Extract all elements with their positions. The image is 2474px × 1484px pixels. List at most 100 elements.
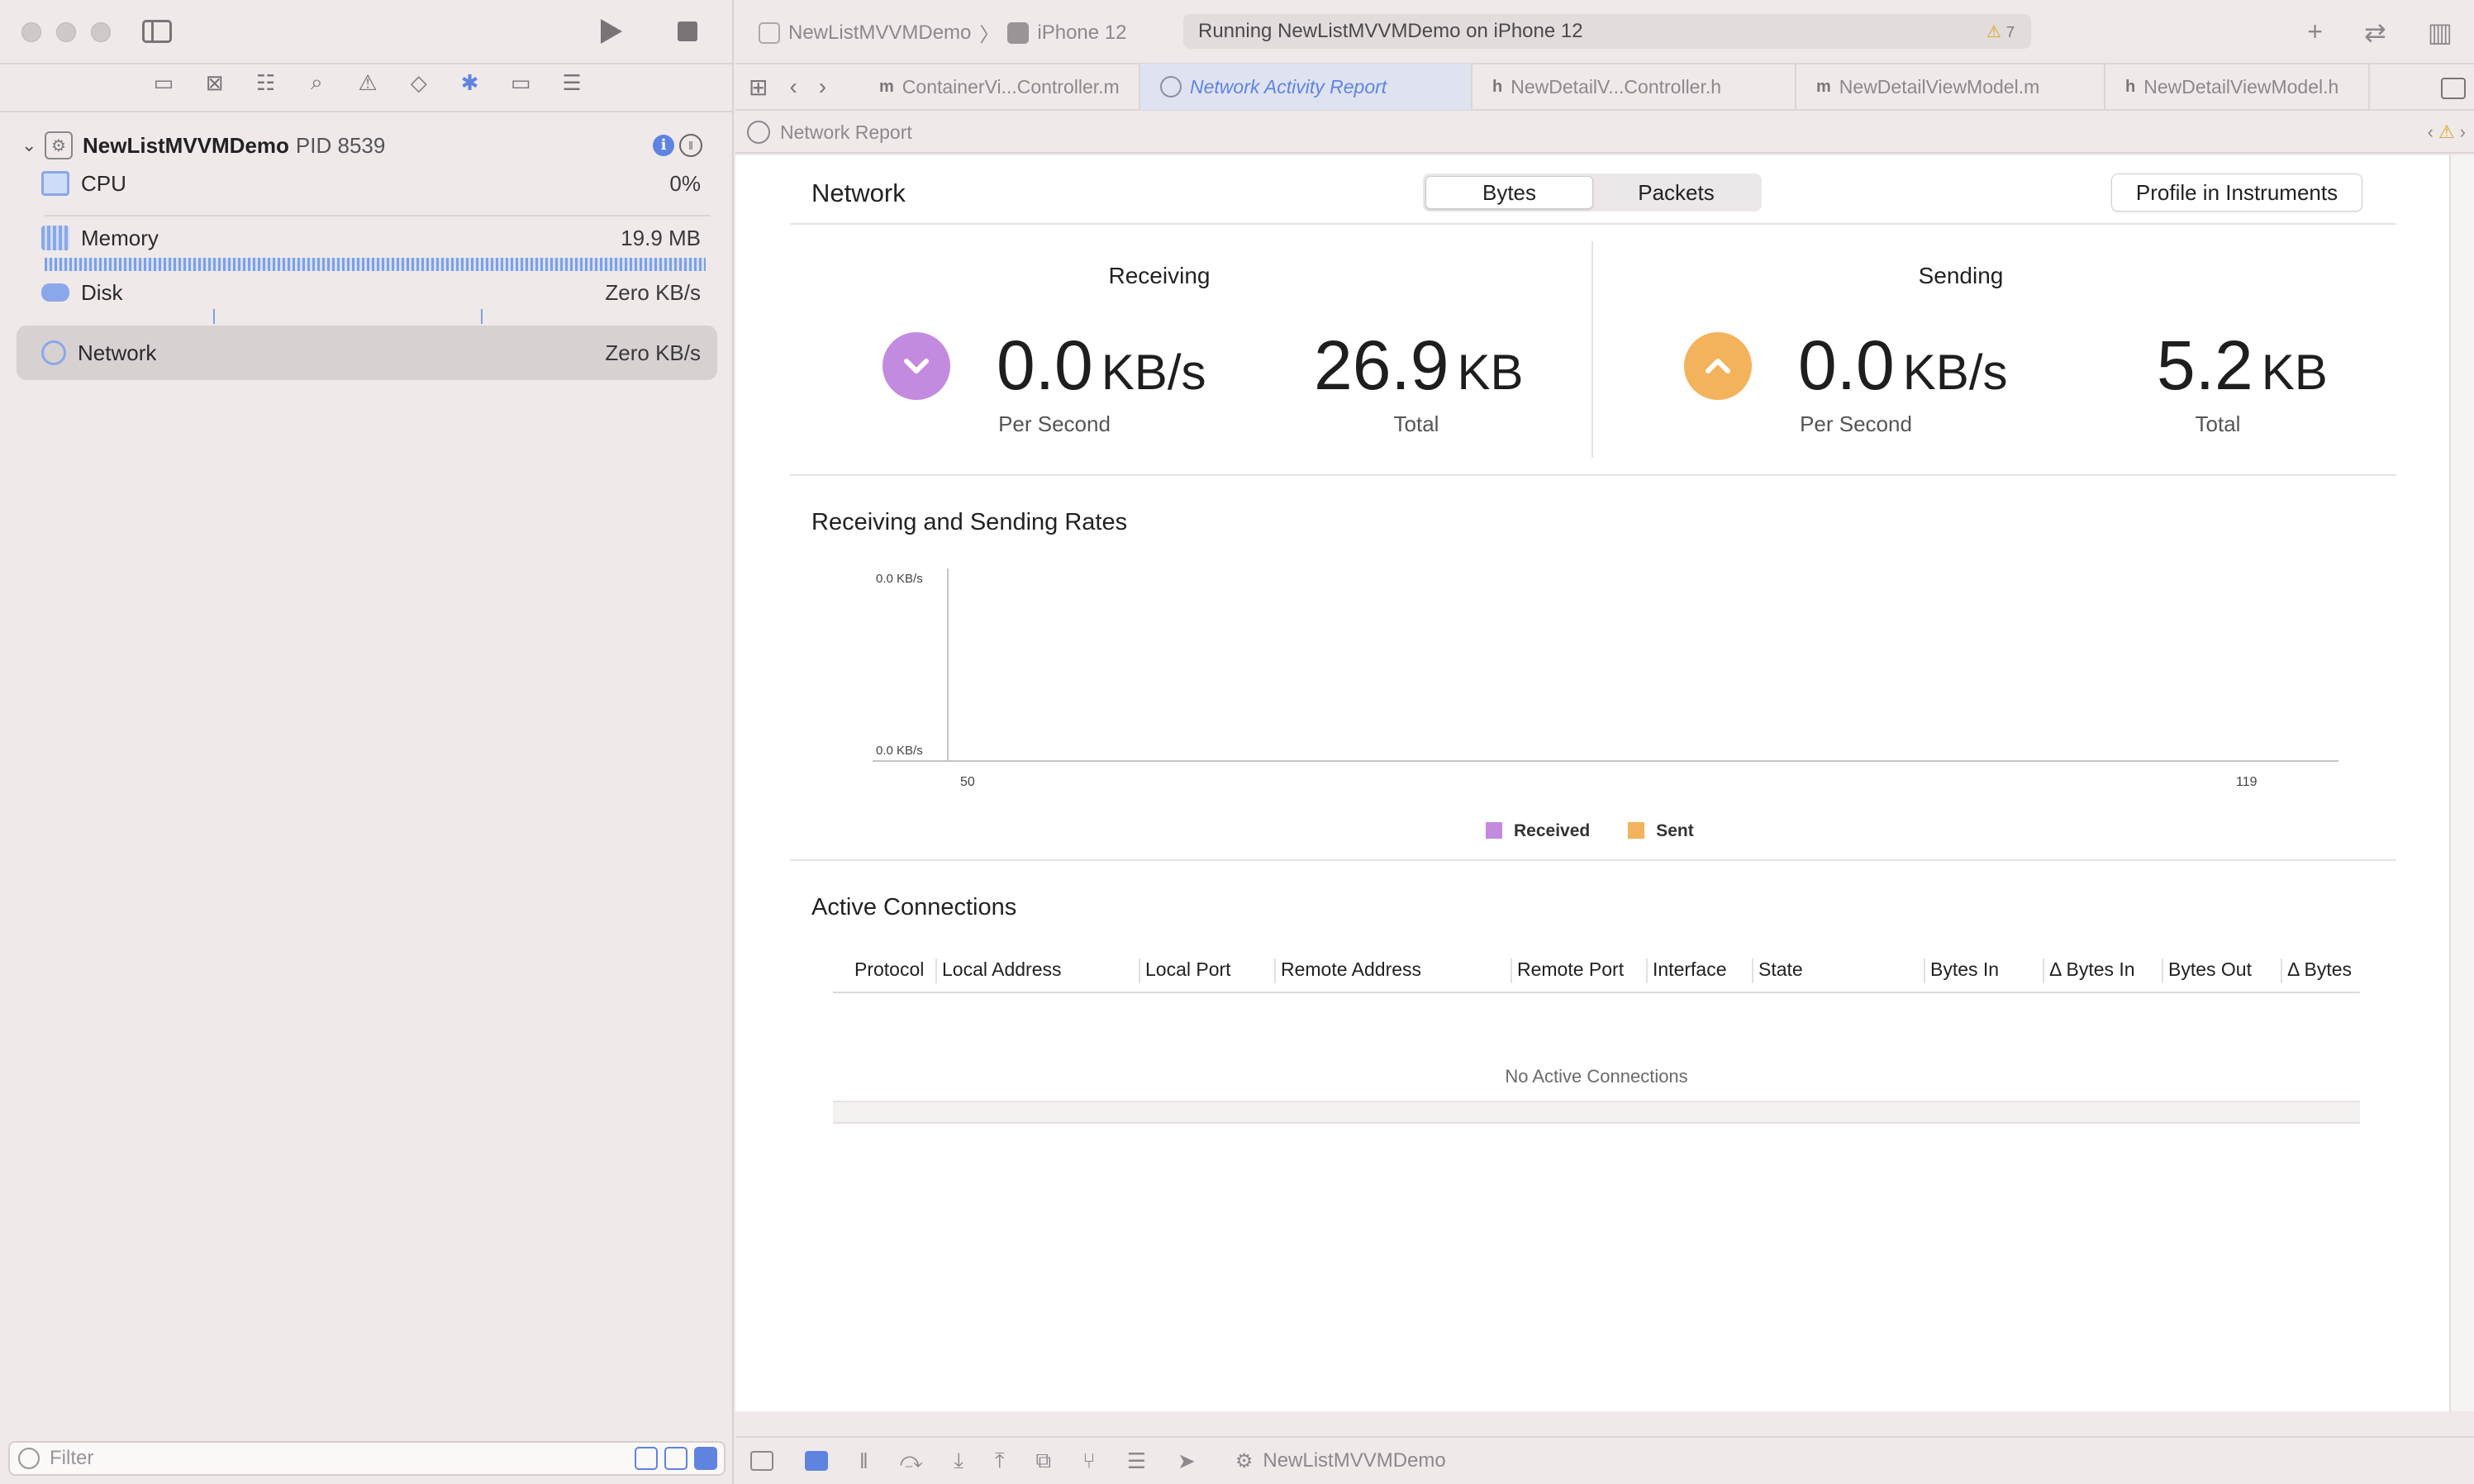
console-toggle-icon[interactable] [750, 1451, 773, 1471]
process-row[interactable]: ⌄ ⚙ NewListMVVMDemo PID 8539 i ‖ [21, 131, 716, 160]
jump-bar[interactable]: Network Report ‹ ⚠ › [735, 112, 2474, 154]
run-button[interactable] [595, 17, 628, 46]
tab-new-detail-view-model-h[interactable]: h NewDetailViewModel.h [2105, 64, 2370, 110]
jump-bar-controls[interactable]: ‹ ⚠ › [2428, 121, 2466, 143]
profile-in-instruments-button[interactable]: Profile in Instruments [2111, 174, 2362, 212]
network-report: Network Bytes Packets Profile in Instrum… [735, 155, 2449, 1411]
rates-chart: 0.0 KB/s 0.0 KB/s 50 119 [843, 568, 2355, 789]
gauge-memory[interactable]: Memory 19.9 MB [17, 215, 717, 261]
tab-network-activity-report[interactable]: Network Activity Report [1140, 64, 1473, 110]
legend-received: Received [1486, 821, 1590, 841]
tab-new-detail-view-model-m[interactable]: m NewDetailViewModel.m [1796, 64, 2105, 110]
pause-icon[interactable]: ‖ [679, 134, 702, 157]
column-header[interactable]: Bytes Out [2162, 958, 2277, 983]
swap-icon[interactable]: ⇄ [2364, 17, 2386, 48]
disclosure-chevron-icon[interactable]: ⌄ [21, 135, 45, 156]
view-hierarchy-icon[interactable]: ⧉ [1036, 1448, 1052, 1474]
file-type-icon: m [879, 77, 894, 96]
breakpoints-toggle-icon[interactable] [805, 1451, 828, 1471]
filter-option-button[interactable] [664, 1447, 687, 1470]
step-over-icon[interactable]: ⤼ [900, 1448, 923, 1474]
debug-icon[interactable]: ✱ [455, 70, 485, 96]
play-icon [601, 19, 622, 44]
filter-field[interactable]: Filter [8, 1441, 726, 1476]
column-header[interactable]: Local Port [1139, 958, 1271, 983]
scheme-selector[interactable]: NewListMVVMDemo 〉 iPhone 12 [759, 18, 1126, 47]
segment-bytes[interactable]: Bytes [1425, 176, 1593, 209]
table-footer [833, 1101, 2360, 1124]
column-header[interactable]: Δ Bytes [2281, 958, 2360, 983]
gauge-label: Network [78, 340, 157, 365]
warning-badge[interactable]: ⚠ 7 [1986, 21, 2015, 42]
table-header: Protocol Local Address Local Port Remote… [833, 949, 2360, 993]
info-icon[interactable]: i [653, 135, 674, 156]
y-tick-label: 0.0 KB/s [876, 744, 923, 758]
debug-process-selector[interactable]: ⚙ NewListMVVMDemo [1235, 1449, 1446, 1473]
close-window-button[interactable] [21, 22, 41, 42]
scheme-name: NewListMVVMDemo [788, 21, 972, 44]
receiving-total: 26.9 KB [1314, 326, 1524, 406]
sending-total-label: Total [2195, 411, 2241, 436]
location-icon[interactable]: ➤ [1178, 1448, 1196, 1474]
column-header[interactable]: Remote Address [1274, 958, 1507, 983]
minimize-window-button[interactable] [56, 22, 76, 42]
split-editor-icon[interactable] [2441, 78, 2466, 99]
device-icon [1007, 21, 1030, 44]
app-icon: ⚙ [1235, 1449, 1254, 1472]
segment-packets[interactable]: Packets [1593, 176, 1759, 209]
tab-label: NewDetailViewModel.m [1839, 75, 2040, 98]
gauge-label: Disk [81, 279, 123, 305]
inspector-toggle-icon[interactable]: ▥ [2428, 17, 2453, 48]
filter-option-button[interactable] [635, 1447, 658, 1470]
column-header[interactable]: Δ Bytes In [2043, 958, 2158, 983]
environment-overrides-icon[interactable]: ☰ [1127, 1448, 1146, 1474]
sidebar-toggle-button[interactable] [139, 17, 175, 46]
issue-icon[interactable]: ⚠ [353, 70, 383, 96]
column-header[interactable]: Interface [1646, 958, 1748, 983]
debug-bar: ‖ ⤼ ⤓ ⤒ ⧉ ⑂ ☰ ➤ ⚙ NewListMVVMDemo [735, 1436, 2474, 1484]
status-text: Running NewListMVVMDemo on iPhone 12 [1198, 20, 1583, 42]
symbol-icon[interactable]: ☷ [251, 70, 281, 96]
column-header[interactable]: State [1752, 958, 1920, 983]
report-icon[interactable]: ☰ [557, 70, 587, 96]
activity-status[interactable]: Running NewListMVVMDemo on iPhone 12 ⚠ 7 [1183, 14, 2031, 49]
receiving-rate-value: 0.0 [997, 326, 1093, 404]
divider [0, 111, 732, 112]
zoom-window-button[interactable] [91, 22, 111, 42]
gauge-network[interactable]: Network Zero KB/s [17, 326, 717, 380]
column-header[interactable]: Bytes In [1924, 958, 2039, 983]
forward-icon[interactable]: › [819, 74, 826, 101]
receiving-rate-label: Per Second [998, 411, 1111, 436]
sending-total-unit: KB [2261, 345, 2328, 400]
grid-icon[interactable]: ⊞ [749, 74, 768, 101]
memory-graph-icon[interactable]: ⑂ [1082, 1448, 1096, 1474]
folder-icon[interactable]: ▭ [149, 70, 178, 96]
sending-rate-value: 0.0 [1798, 326, 1895, 404]
back-icon[interactable]: ‹ [789, 74, 797, 101]
breakpoint-icon[interactable]: ▭ [506, 70, 535, 96]
find-icon[interactable]: ⌕ [302, 69, 331, 96]
stop-button[interactable] [673, 18, 702, 45]
gauge-cpu[interactable]: CPU 0% [17, 160, 717, 207]
globe-icon [41, 340, 66, 365]
column-header[interactable]: Local Address [935, 958, 1135, 983]
column-header[interactable]: Protocol [849, 958, 932, 983]
filter-option-button[interactable] [694, 1447, 717, 1470]
test-icon[interactable]: ◇ [404, 70, 434, 96]
step-out-icon[interactable]: ⤒ [995, 1448, 1005, 1474]
y-tick-label: 0.0 KB/s [876, 572, 923, 586]
plus-icon[interactable]: + [2307, 17, 2323, 48]
gauge-value: Zero KB/s [605, 340, 701, 365]
receiving-rate: 0.0 KB/s [997, 326, 1206, 406]
column-header[interactable]: Remote Port [1511, 958, 1643, 983]
empty-message: No Active Connections [1505, 1066, 1688, 1087]
process-name: NewListMVVMDemo [83, 132, 289, 158]
step-into-icon[interactable]: ⤓ [954, 1448, 964, 1474]
pause-icon[interactable]: ‖ [859, 1448, 868, 1474]
tab-new-detail-controller-h[interactable]: h NewDetailV...Controller.h [1473, 64, 1796, 110]
source-control-icon[interactable]: ⊠ [200, 70, 230, 96]
cpu-icon [41, 171, 69, 196]
sending-up-arrow-icon [1684, 332, 1752, 400]
tab-container-controller-m[interactable]: m ContainerVi...Controller.m [859, 64, 1140, 110]
connections-table: Protocol Local Address Local Port Remote… [833, 949, 2360, 1124]
